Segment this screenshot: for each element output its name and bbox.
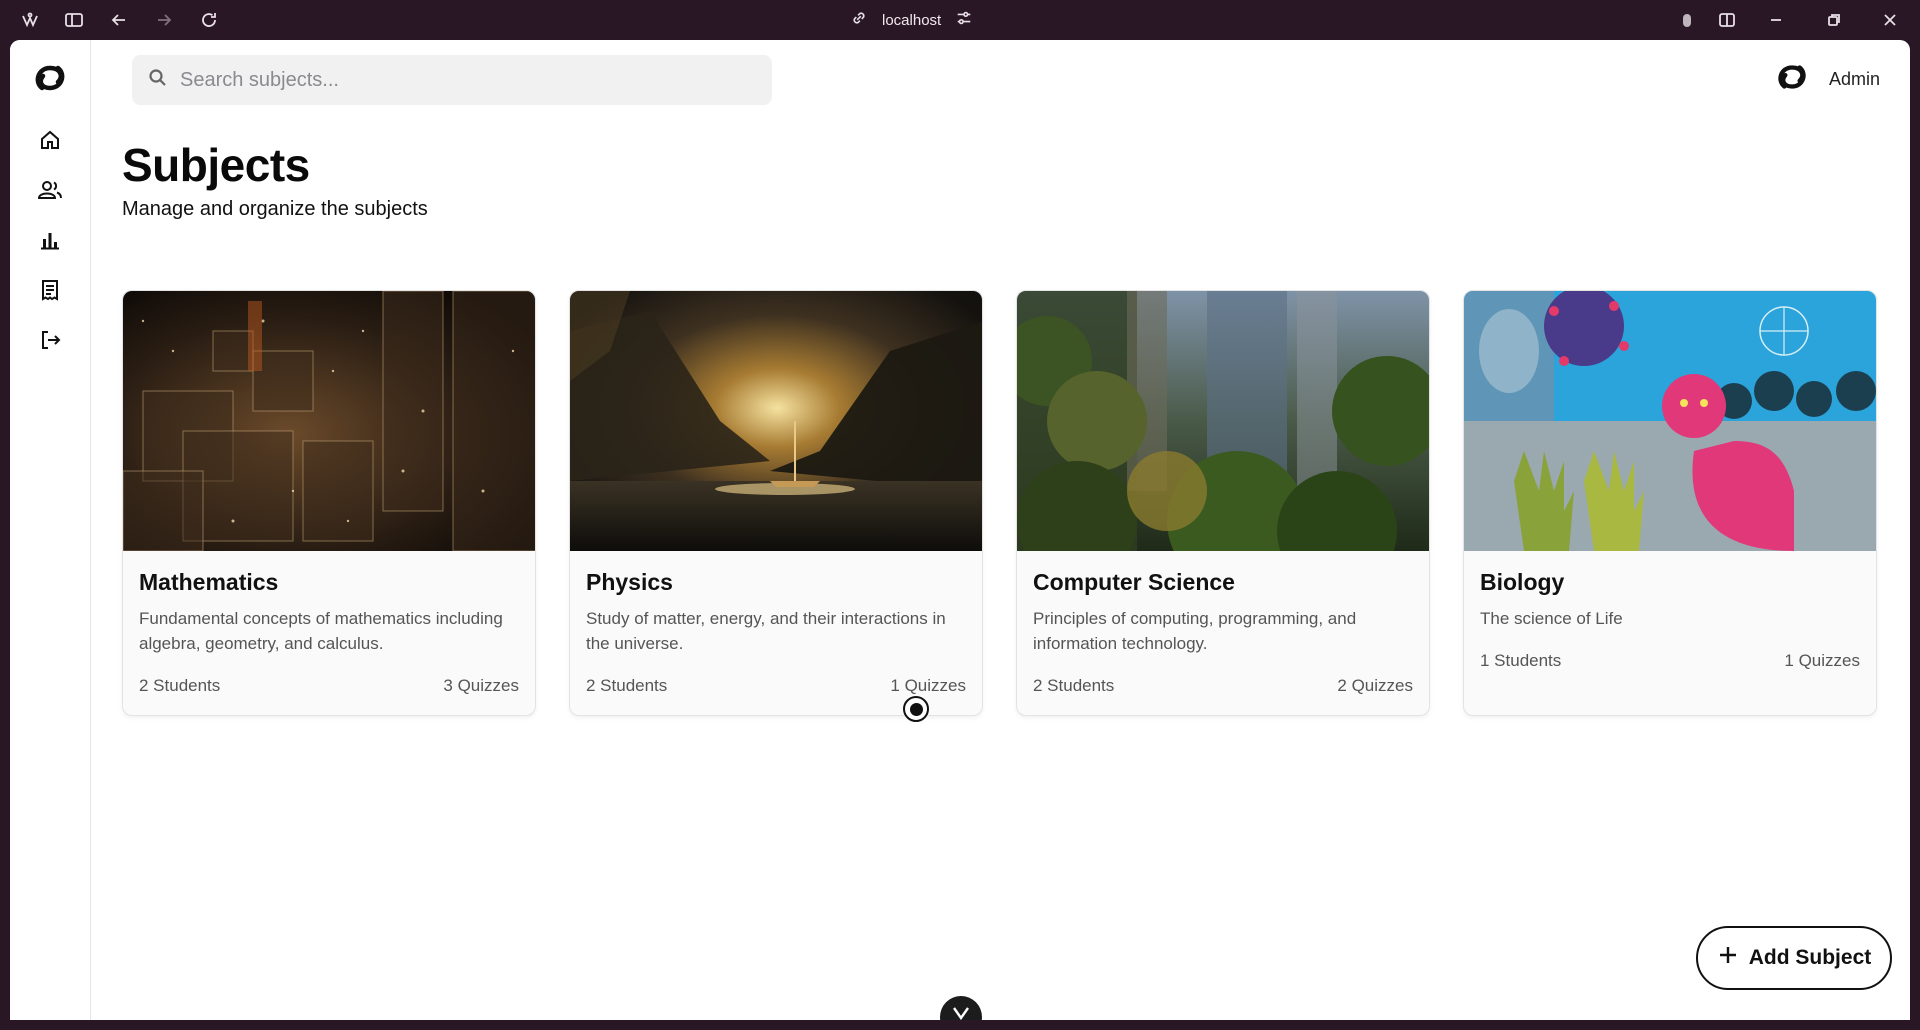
- close-icon[interactable]: [1880, 10, 1900, 30]
- user-logo-icon: [1773, 58, 1811, 101]
- home-icon: [38, 128, 62, 157]
- back-icon[interactable]: [109, 10, 129, 30]
- top-bar: Admin: [91, 40, 1910, 120]
- subject-image-mathematics: [123, 291, 535, 551]
- subject-image-biology: [1464, 291, 1876, 551]
- subject-stats: 2 Students 2 Quizzes: [1033, 676, 1413, 696]
- page-subtitle: Manage and organize the subjects: [122, 198, 428, 220]
- student-count: 2 Students: [586, 676, 668, 695]
- address-bar[interactable]: localhost: [850, 9, 973, 31]
- forward-icon[interactable]: [154, 10, 174, 30]
- reload-icon[interactable]: [199, 10, 219, 30]
- subject-description: The science of Life: [1480, 609, 1623, 628]
- app-window: Admin Subjects Manage and organize the s…: [10, 40, 1910, 1020]
- subject-name: Physics: [586, 569, 673, 595]
- logout-icon: [38, 328, 62, 357]
- browser-toolbar: localhost: [0, 0, 1920, 40]
- page-title: Subjects: [122, 139, 310, 191]
- users-icon: [37, 178, 63, 207]
- subject-image-physics: [570, 291, 982, 551]
- quiz-count: 1 Quizzes: [890, 676, 966, 695]
- app-menu-icon[interactable]: [20, 10, 40, 30]
- search-icon: [148, 68, 168, 93]
- search-box[interactable]: [132, 55, 772, 105]
- extension-icon[interactable]: [1677, 10, 1697, 30]
- split-view-icon[interactable]: [1717, 10, 1737, 30]
- sidebar-item-logout[interactable]: [30, 322, 70, 362]
- sidebar: [10, 40, 91, 1020]
- minimize-icon[interactable]: [1766, 10, 1786, 30]
- subject-image-computer-science: [1017, 291, 1429, 551]
- subject-card-biology[interactable]: Biology The science of Life 1 Students 1…: [1463, 290, 1877, 716]
- user-menu[interactable]: Admin: [1773, 58, 1880, 101]
- subject-name: Computer Science: [1033, 569, 1235, 595]
- subject-name: Biology: [1480, 569, 1565, 595]
- bar-chart-icon: [38, 228, 62, 257]
- sidebar-toggle-icon[interactable]: [64, 10, 84, 30]
- sidebar-item-analytics[interactable]: [30, 222, 70, 262]
- main-content: Subjects Manage and organize the subject…: [122, 138, 1880, 716]
- student-count: 2 Students: [1033, 676, 1115, 695]
- sidebar-item-reports[interactable]: [30, 272, 70, 312]
- subject-stats: 2 Students 3 Quizzes: [139, 676, 519, 696]
- devtools-toggle-icon[interactable]: [940, 996, 982, 1020]
- quiz-count: 1 Quizzes: [1784, 651, 1860, 670]
- subject-description: Principles of computing, programming, an…: [1033, 609, 1357, 653]
- quiz-count: 2 Quizzes: [1337, 676, 1413, 695]
- sidebar-item-users[interactable]: [30, 172, 70, 212]
- subject-name: Mathematics: [139, 569, 279, 595]
- subject-card-mathematics[interactable]: Mathematics Fundamental concepts of math…: [122, 290, 536, 716]
- subject-description: Study of matter, energy, and their inter…: [586, 609, 946, 653]
- receipt-icon: [38, 278, 62, 307]
- maximize-icon[interactable]: [1824, 10, 1844, 30]
- subject-stats: 2 Students 1 Quizzes: [586, 676, 966, 696]
- url-text: localhost: [882, 11, 942, 29]
- add-subject-label: Add Subject: [1748, 946, 1872, 969]
- logo-icon[interactable]: [30, 58, 70, 98]
- search-input[interactable]: [180, 68, 740, 92]
- subject-card-computer-science[interactable]: Computer Science Principles of computing…: [1016, 290, 1430, 716]
- sidebar-item-home[interactable]: [30, 122, 70, 162]
- user-name: Admin: [1828, 69, 1880, 89]
- quiz-count: 3 Quizzes: [443, 676, 519, 695]
- link-icon: [850, 9, 868, 31]
- student-count: 2 Students: [139, 676, 221, 695]
- site-settings-icon[interactable]: [955, 9, 973, 31]
- plus-icon: [1717, 944, 1739, 972]
- add-subject-button[interactable]: Add Subject: [1696, 926, 1892, 990]
- subject-description: Fundamental concepts of mathematics incl…: [139, 609, 503, 653]
- student-count: 1 Students: [1480, 651, 1562, 670]
- cursor-indicator: [903, 696, 929, 722]
- subject-stats: 1 Students 1 Quizzes: [1480, 651, 1860, 671]
- subject-card-physics[interactable]: Physics Study of matter, energy, and the…: [569, 290, 983, 716]
